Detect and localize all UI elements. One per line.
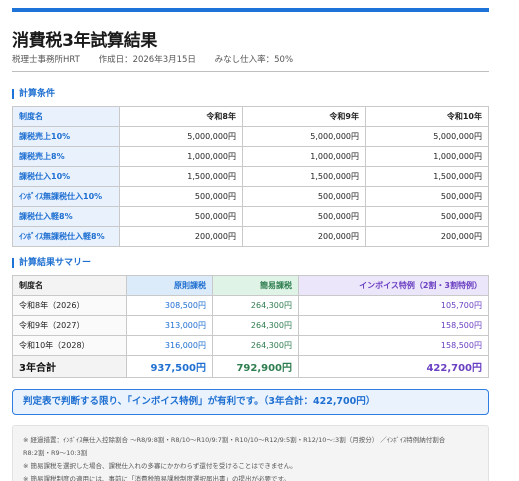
summary-table: 制度名 原則課税 簡易課税 インボイス特例（2割・3割特例） 令和8年（2026… (12, 275, 489, 378)
simplified-tax-header: 簡易課税 (212, 275, 299, 296)
year-label: 令和9年（2027） (12, 315, 127, 336)
conditions-year-header: 令和9年 (242, 106, 366, 127)
cell-value: 1,500,000円 (119, 166, 243, 187)
summary-header-row: 制度名 原則課税 簡易課税 インボイス特例（2割・3割特例） (12, 275, 489, 296)
simplified-tax-value: 264,300円 (212, 315, 299, 336)
year-label: 令和8年（2026） (12, 295, 127, 316)
row-label: 課税売上8% (12, 146, 120, 167)
simplified-tax-value: 264,300円 (212, 335, 299, 356)
table-row: ｲﾝﾎﾞｲｽ無課税仕入軽8% 200,000円 200,000円 200,000… (12, 226, 489, 247)
conditions-year-header: 令和10年 (365, 106, 489, 127)
invoice-special-value: 158,500円 (298, 315, 489, 336)
cell-value: 500,000円 (365, 206, 489, 227)
row-label: ｲﾝﾎﾞｲｽ無課税仕入10% (12, 186, 120, 207)
cell-value: 5,000,000円 (119, 126, 243, 147)
cell-value: 1,000,000円 (119, 146, 243, 167)
cell-value: 5,000,000円 (242, 126, 366, 147)
header-divider (12, 71, 489, 72)
table-row: 課税仕入軽8% 500,000円 500,000円 500,000円 (12, 206, 489, 227)
row-label: 課税仕入軽8% (12, 206, 120, 227)
note-line: ※ 経過措置：ｲﾝﾎﾞｲｽ無仕入控除割合 〜R8/9:8割・R8/10〜R10/… (23, 436, 446, 444)
cell-value: 500,000円 (119, 206, 243, 227)
principle-tax-value: 308,500円 (126, 295, 213, 316)
year-label: 令和10年（2028） (12, 335, 127, 356)
principle-tax-value: 313,000円 (126, 315, 213, 336)
row-label: 課税売上10% (12, 126, 120, 147)
principle-tax-header: 原則課税 (126, 275, 213, 296)
cell-value: 500,000円 (119, 186, 243, 207)
conditions-year-header: 令和8年 (119, 106, 243, 127)
cell-value: 1,000,000円 (242, 146, 366, 167)
conditions-header-row: 制度名 令和8年 令和9年 令和10年 (12, 106, 489, 127)
cell-value: 5,000,000円 (365, 126, 489, 147)
note-line: ※ 簡易課税を選択した場合、課税仕入れの多寡にかかわらず還付を受けることはできま… (23, 462, 297, 470)
deemed-purchase-rate: みなし仕入率：50% (214, 55, 294, 65)
cell-value: 500,000円 (242, 186, 366, 207)
created-date: 作成日：2026年3月15日 (98, 55, 196, 65)
cell-value: 200,000円 (365, 226, 489, 247)
invoice-special-header: インボイス特例（2割・3割特例） (298, 275, 489, 296)
page-title: 消費税3年試算結果 (12, 31, 158, 51)
note-line: R8:2割・R9〜10:3割 (23, 449, 88, 457)
cell-value: 500,000円 (242, 206, 366, 227)
cell-value: 200,000円 (242, 226, 366, 247)
conditions-section-title: 計算条件 (12, 89, 55, 99)
cell-value: 1,500,000円 (365, 166, 489, 187)
conditions-col-label: 制度名 (12, 106, 120, 127)
office-name: 税理士事務所HRT (12, 55, 80, 65)
conditions-table: 制度名 令和8年 令和9年 令和10年 課税売上10% 5,000,000円 5… (12, 106, 489, 247)
verdict-box: 判定表で判断する限り、「インボイス特例」が有利です。（3年合計：422,700円… (12, 389, 489, 415)
cell-value: 500,000円 (365, 186, 489, 207)
table-row: 令和10年（2028） 316,000円 264,300円 158,500円 (12, 335, 489, 356)
table-row: 課税仕入10% 1,500,000円 1,500,000円 1,500,000円 (12, 166, 489, 187)
cell-value: 1,500,000円 (242, 166, 366, 187)
invoice-special-total: 422,700円 (298, 355, 489, 378)
cell-value: 200,000円 (119, 226, 243, 247)
principle-tax-total: 937,500円 (126, 355, 213, 378)
note-line: ※ 簡易課税制度の適用には、事前に「消費税簡易課税制度選択届出書」の提出が必要で… (23, 475, 290, 481)
table-row: 課税売上10% 5,000,000円 5,000,000円 5,000,000円 (12, 126, 489, 147)
report-meta: 税理士事務所HRT 作成日：2026年3月15日 みなし仕入率：50% (12, 53, 309, 65)
table-row: 令和9年（2027） 313,000円 264,300円 158,500円 (12, 315, 489, 336)
table-row: 令和8年（2026） 308,500円 264,300円 105,700円 (12, 295, 489, 316)
invoice-special-value: 158,500円 (298, 335, 489, 356)
notes-box: ※ 経過措置：ｲﾝﾎﾞｲｽ無仕入控除割合 〜R8/9:8割・R8/10〜R10/… (12, 425, 489, 481)
simplified-tax-total: 792,900円 (212, 355, 299, 378)
row-label: 課税仕入10% (12, 166, 120, 187)
total-label: 3年合計 (12, 355, 127, 378)
cell-value: 1,000,000円 (365, 146, 489, 167)
table-row: 課税売上8% 1,000,000円 1,000,000円 1,000,000円 (12, 146, 489, 167)
principle-tax-value: 316,000円 (126, 335, 213, 356)
total-row: 3年合計 937,500円 792,900円 422,700円 (12, 355, 489, 378)
simplified-tax-value: 264,300円 (212, 295, 299, 316)
accent-bar (12, 8, 489, 12)
summary-col-label: 制度名 (12, 275, 127, 296)
invoice-special-value: 105,700円 (298, 295, 489, 316)
row-label: ｲﾝﾎﾞｲｽ無課税仕入軽8% (12, 226, 120, 247)
table-row: ｲﾝﾎﾞｲｽ無課税仕入10% 500,000円 500,000円 500,000… (12, 186, 489, 207)
summary-section-title: 計算結果サマリー (12, 258, 91, 268)
